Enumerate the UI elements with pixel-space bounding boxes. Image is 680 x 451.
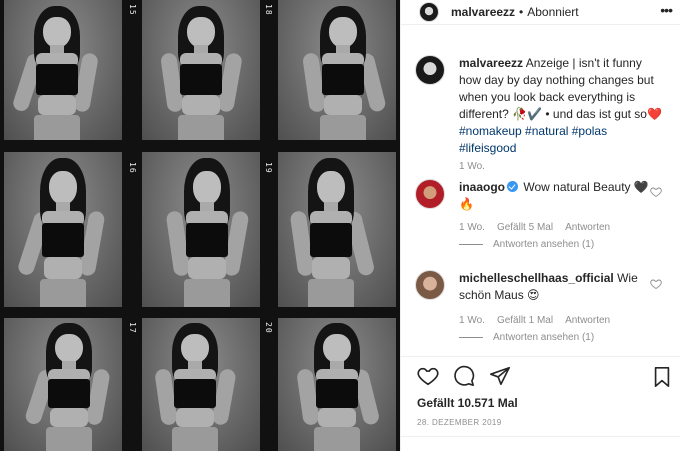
comment-body: michelleschellhaas_official Wie schön Ma… <box>459 270 662 304</box>
comment-likes[interactable]: Gefällt 5 Mal <box>497 222 553 233</box>
header-username[interactable]: malvareezz <box>451 5 515 19</box>
frame-number: 17 <box>128 322 137 334</box>
comment: inaaogo Wow natural Beauty 🖤🔥 <box>415 179 662 213</box>
share-paper-plane-icon[interactable] <box>489 365 511 387</box>
comment-likes[interactable]: Gefällt 1 Mal <box>497 315 553 326</box>
photo-frame <box>4 152 122 307</box>
view-replies-button[interactable]: Antworten ansehen (1) <box>459 239 594 250</box>
photo-frame <box>4 0 122 140</box>
like-comment-heart-icon[interactable] <box>650 278 662 290</box>
like-heart-icon[interactable] <box>417 365 439 387</box>
view-replies-label: Antworten ansehen (1) <box>493 332 595 343</box>
photo-frame <box>142 152 260 307</box>
timestamp: 1 Wo. <box>459 161 485 172</box>
header-separator: • <box>519 5 524 19</box>
reply-button[interactable]: Antworten <box>565 222 610 233</box>
caption-time: 1 Wo. <box>459 161 485 172</box>
post-date[interactable]: 28. DEZEMBER 2019 <box>417 418 502 427</box>
photo-frame <box>278 152 396 307</box>
avatar[interactable] <box>419 2 439 22</box>
frame-number: 15 <box>128 4 137 16</box>
view-replies-label: Antworten ansehen (1) <box>493 239 595 250</box>
comment-username[interactable]: inaaogo <box>459 180 505 194</box>
avatar[interactable] <box>415 179 445 209</box>
likes-count[interactable]: Gefällt 10.571 Mal <box>417 396 518 410</box>
frame-number: 20 <box>264 322 273 334</box>
frame-number: 19 <box>264 162 273 174</box>
comment: michelleschellhaas_official Wie schön Ma… <box>415 270 662 304</box>
like-comment-heart-icon[interactable] <box>650 186 662 198</box>
comment-username[interactable]: michelleschellhaas_official <box>459 271 614 285</box>
more-options-icon[interactable]: ••• <box>660 2 673 18</box>
photo-frame <box>142 318 260 451</box>
instagram-post: 15 18 16 19 17 20 malvareezz • Abonniert… <box>0 0 680 451</box>
post-side-panel: malvareezz • Abonniert ••• malvareezz An… <box>400 0 680 451</box>
timestamp: 1 Wo. <box>459 222 485 233</box>
comment-meta: 1 Wo. Gefällt 1 Mal Antworten <box>459 315 610 326</box>
follow-status[interactable]: Abonniert <box>527 5 578 19</box>
photo-frame <box>278 0 396 140</box>
avatar[interactable] <box>415 55 445 85</box>
post-photo[interactable]: 15 18 16 19 17 20 <box>0 0 400 451</box>
action-bar <box>417 365 511 387</box>
frame-number: 16 <box>128 162 137 174</box>
photo-frame <box>142 0 260 140</box>
post-header: malvareezz • Abonniert ••• <box>401 0 680 25</box>
divider <box>459 337 483 338</box>
avatar[interactable] <box>415 270 445 300</box>
caption: malvareezz Anzeige | isn't it funny how … <box>415 55 662 157</box>
caption-username[interactable]: malvareezz <box>459 56 523 70</box>
timestamp: 1 Wo. <box>459 315 485 326</box>
caption-body: malvareezz Anzeige | isn't it funny how … <box>459 55 662 157</box>
divider <box>401 436 680 437</box>
verified-badge-icon <box>507 181 519 192</box>
divider <box>459 244 483 245</box>
photo-frame <box>4 318 122 451</box>
divider <box>401 356 680 357</box>
view-replies-button[interactable]: Antworten ansehen (1) <box>459 332 594 343</box>
reply-button[interactable]: Antworten <box>565 315 610 326</box>
bookmark-save-icon[interactable] <box>652 366 672 388</box>
comment-body: inaaogo Wow natural Beauty 🖤🔥 <box>459 179 662 213</box>
comment-bubble-icon[interactable] <box>453 365 475 387</box>
comment-meta: 1 Wo. Gefällt 5 Mal Antworten <box>459 222 610 233</box>
caption-hashtags[interactable]: #nomakeup #natural #polas #lifeisgood <box>459 124 607 155</box>
photo-frame <box>278 318 396 451</box>
frame-number: 18 <box>264 4 273 16</box>
